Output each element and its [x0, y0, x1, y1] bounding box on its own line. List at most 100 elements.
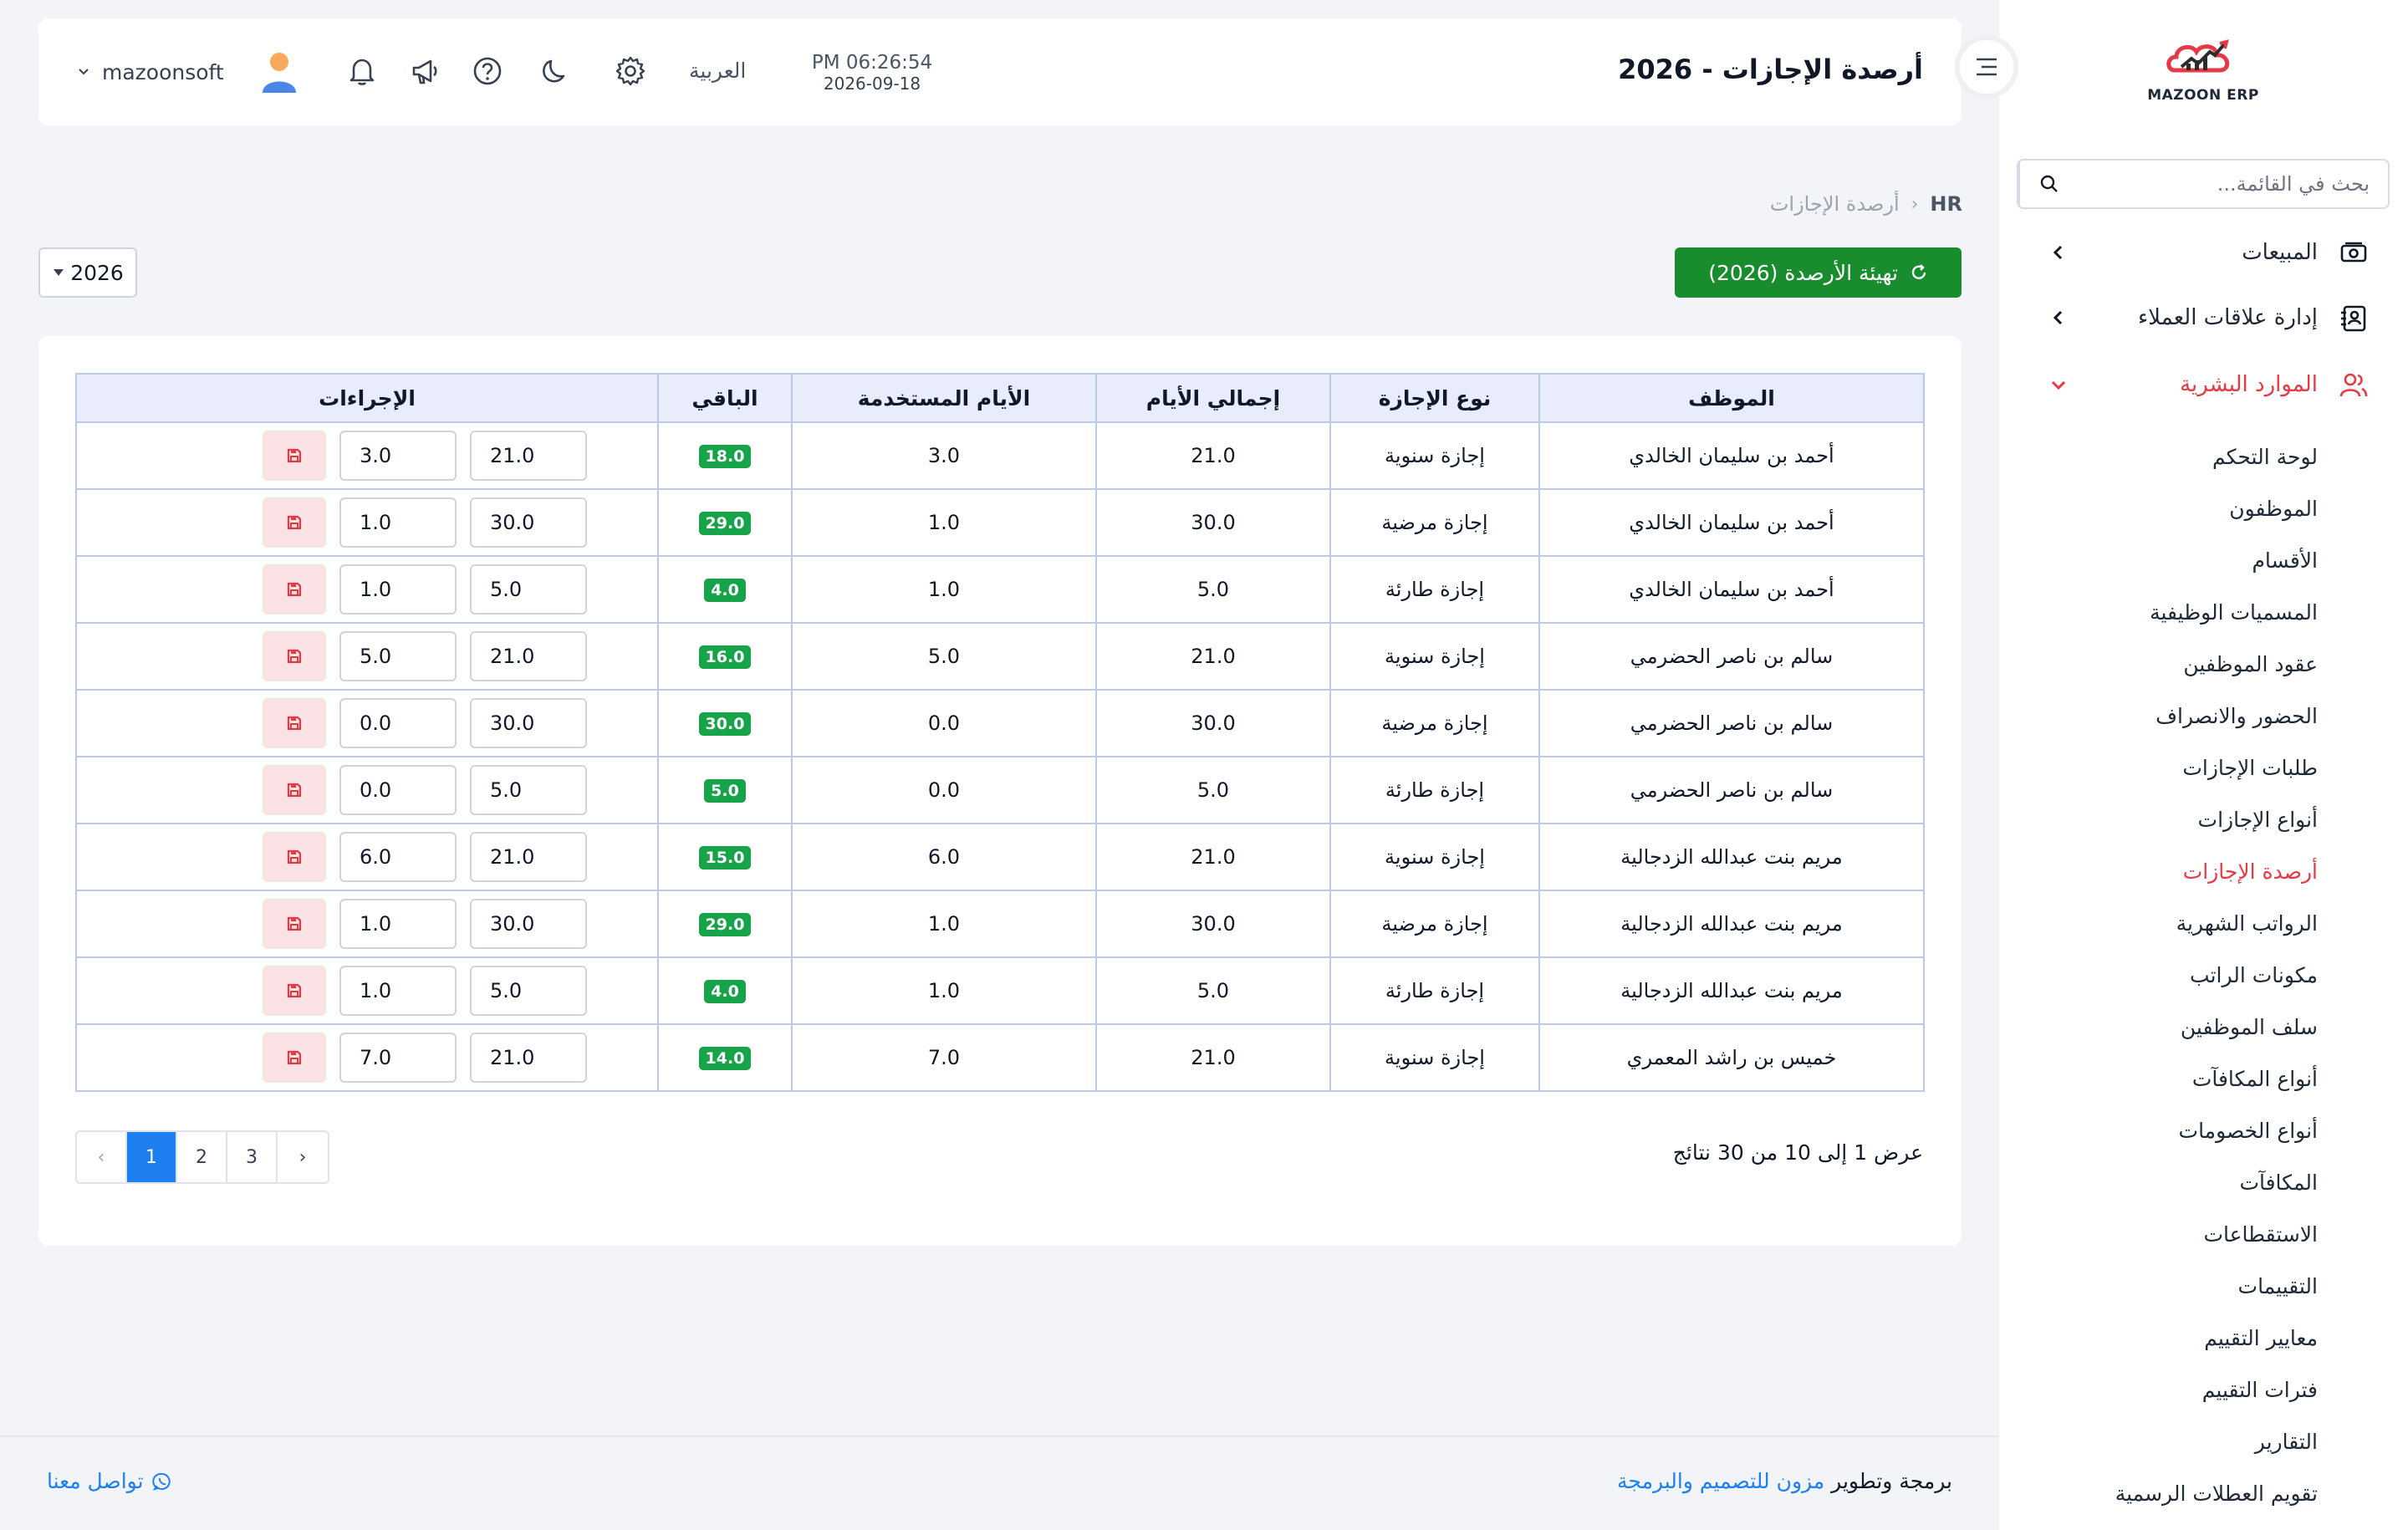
- save-icon: [287, 916, 302, 931]
- user-menu[interactable]: mazoonsoft: [77, 52, 298, 93]
- sidebar-item[interactable]: أرصدة الإجازات: [2183, 859, 2318, 884]
- total-days-input[interactable]: [470, 966, 587, 1016]
- used-days-input[interactable]: [339, 765, 457, 815]
- remaining-badge: 5.0: [704, 779, 746, 803]
- sidebar-item[interactable]: طلبات الإجازات: [2182, 756, 2318, 780]
- contact-us-link[interactable]: تواصل معنا: [47, 1469, 172, 1493]
- save-icon: [287, 716, 302, 731]
- pagination-page-2[interactable]: 2: [177, 1132, 227, 1182]
- used-days-input[interactable]: [339, 631, 457, 681]
- sidebar-item[interactable]: التقييمات: [2238, 1274, 2318, 1298]
- notifications-button[interactable]: [343, 52, 381, 90]
- total-days-input[interactable]: [470, 899, 587, 949]
- used-days-input[interactable]: [339, 899, 457, 949]
- save-icon: [287, 582, 302, 597]
- total-days-input[interactable]: [470, 832, 587, 882]
- save-row-button[interactable]: [263, 631, 326, 681]
- breadcrumb-current: أرصدة الإجازات: [1769, 192, 1900, 216]
- used-days-input[interactable]: [339, 497, 457, 548]
- sidebar-search-input[interactable]: [2079, 161, 2388, 207]
- cell-actions: [75, 956, 659, 1025]
- sidebar-item[interactable]: الاستقطاعات: [2203, 1222, 2318, 1247]
- total-days-input[interactable]: [470, 497, 587, 548]
- pagination-prev[interactable]: ‹: [77, 1132, 127, 1182]
- sidebar-item[interactable]: عقود الموظفين: [2183, 652, 2318, 676]
- used-days-input[interactable]: [339, 1033, 457, 1083]
- sidebar-item[interactable]: سلف الموظفين: [2181, 1015, 2318, 1039]
- footer-company-link[interactable]: مزون للتصميم والبرمجة: [1617, 1469, 1824, 1493]
- year-select[interactable]: 2026: [38, 247, 137, 298]
- total-days-input[interactable]: [470, 1033, 587, 1083]
- save-icon: [287, 849, 302, 864]
- table-row: أحمد بن سليمان الخالدي إجازة طارئة 5.0 1.0 4…: [75, 555, 1925, 624]
- save-row-button[interactable]: [263, 497, 326, 548]
- sidebar-item[interactable]: الموظفون: [2229, 497, 2318, 521]
- theme-toggle-button[interactable]: [536, 52, 574, 90]
- save-row-button[interactable]: [263, 564, 326, 615]
- sidebar-item[interactable]: التقارير: [2255, 1430, 2318, 1454]
- sidebar-item[interactable]: مكونات الراتب: [2190, 963, 2318, 987]
- used-days-input[interactable]: [339, 832, 457, 882]
- clock-date: 2026-09-18: [823, 74, 921, 94]
- sidebar-search-button[interactable]: [2018, 161, 2079, 207]
- sidebar-item[interactable]: تقويم العطلات الرسمية: [2115, 1482, 2318, 1506]
- table-row: أحمد بن سليمان الخالدي إجازة سنوية 21.0 3.0…: [75, 421, 1925, 490]
- table-header-row: الموظف نوع الإجازة إجمالي الأيام الأيام …: [75, 373, 1925, 423]
- settings-button[interactable]: [611, 52, 650, 90]
- save-row-button[interactable]: [263, 765, 326, 815]
- used-days-input[interactable]: [339, 564, 457, 615]
- pagination-page-3[interactable]: 3: [227, 1132, 278, 1182]
- brand-logo[interactable]: MAZOON ERP: [2140, 33, 2266, 117]
- used-days-input[interactable]: [339, 431, 457, 481]
- sidebar-item[interactable]: أنواع المكافآت: [2192, 1067, 2318, 1091]
- sidebar-item[interactable]: أنواع الإجازات: [2198, 808, 2318, 832]
- total-days-input[interactable]: [470, 631, 587, 681]
- users-icon: [2339, 373, 2368, 397]
- sidebar-group-crm[interactable]: إدارة علاقات العملاء: [1999, 288, 2408, 348]
- sidebar-toggle-button[interactable]: [1955, 35, 2018, 99]
- sidebar-item[interactable]: لوحة التحكم: [2212, 445, 2318, 469]
- leave-balances-table: الموظف نوع الإجازة إجمالي الأيام الأيام …: [75, 373, 1925, 1092]
- save-row-button[interactable]: [263, 899, 326, 949]
- cell-actions: [75, 756, 659, 824]
- used-days-input[interactable]: [339, 698, 457, 748]
- cell-used-days: 7.0: [791, 1023, 1097, 1092]
- announcements-button[interactable]: [406, 52, 445, 90]
- language-switch[interactable]: العربية: [689, 59, 746, 83]
- pagination-next[interactable]: ›: [278, 1132, 328, 1182]
- cell-remaining: 4.0: [657, 555, 793, 624]
- sidebar: MAZOON ERP المبيعات إدارة علاقات العملاء…: [1998, 0, 2408, 1530]
- cell-actions: [75, 622, 659, 691]
- chevron-down-icon: [2051, 380, 2066, 390]
- total-days-input[interactable]: [470, 564, 587, 615]
- save-icon: [287, 1050, 302, 1065]
- breadcrumb-home[interactable]: HR: [1930, 192, 1962, 216]
- cell-leave-type: إجازة مرضية: [1329, 488, 1540, 557]
- save-row-button[interactable]: [263, 1033, 326, 1083]
- mazoon-logo-icon: [2166, 39, 2230, 73]
- pagination-page-1[interactable]: 1: [127, 1132, 177, 1182]
- save-row-button[interactable]: [263, 966, 326, 1016]
- sidebar-item[interactable]: المكافآت: [2239, 1170, 2318, 1195]
- total-days-input[interactable]: [470, 765, 587, 815]
- sidebar-group-sales[interactable]: المبيعات: [1999, 222, 2408, 283]
- used-days-input[interactable]: [339, 966, 457, 1016]
- cell-remaining: 14.0: [657, 1023, 793, 1092]
- sidebar-item[interactable]: فترات التقييم: [2202, 1378, 2318, 1402]
- help-button[interactable]: [468, 52, 507, 90]
- sidebar-item[interactable]: أنواع الخصومات: [2179, 1119, 2318, 1143]
- sidebar-item[interactable]: الأقسام: [2252, 548, 2318, 573]
- sidebar-group-hr[interactable]: الموارد البشرية: [1999, 354, 2408, 415]
- sidebar-item[interactable]: الرواتب الشهرية: [2176, 911, 2318, 936]
- search-icon: [2040, 175, 2058, 192]
- total-days-input[interactable]: [470, 698, 587, 748]
- save-row-button[interactable]: [263, 698, 326, 748]
- save-row-button[interactable]: [263, 832, 326, 882]
- sidebar-item[interactable]: الحضور والانصراف: [2155, 704, 2318, 728]
- sidebar-item[interactable]: معايير التقييم: [2204, 1326, 2318, 1350]
- table-row: مريم بنت عبدالله الزدجالية إجازة سنوية 21.…: [75, 823, 1925, 891]
- total-days-input[interactable]: [470, 431, 587, 481]
- save-row-button[interactable]: [263, 431, 326, 481]
- initialize-balances-button[interactable]: تهيئة الأرصدة (2026): [1675, 247, 1962, 298]
- sidebar-item[interactable]: المسميات الوظيفية: [2150, 600, 2318, 625]
